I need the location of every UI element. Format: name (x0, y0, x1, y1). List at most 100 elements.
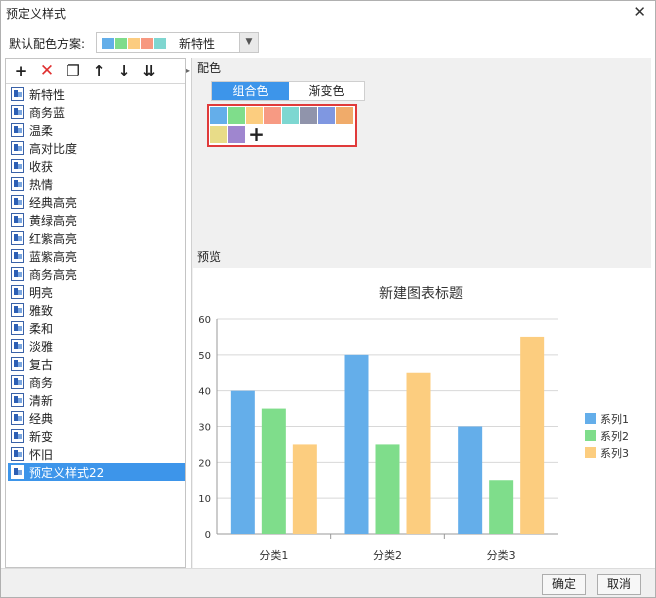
style-item-label: 热情 (29, 178, 54, 192)
delete-icon[interactable]: ✕ (37, 62, 57, 81)
x-category-label: 分类3 (487, 548, 516, 562)
chart-style-icon (11, 213, 24, 227)
legend-swatch (585, 447, 596, 458)
title-bar: 预定义样式 ✕ (0, 0, 656, 26)
ok-button[interactable]: 确定 (542, 574, 586, 595)
close-icon[interactable]: ✕ (633, 3, 646, 21)
style-list-item[interactable]: 预定义样式22 (8, 463, 185, 481)
style-item-label: 新特性 (29, 88, 66, 102)
y-tick-label: 30 (198, 423, 211, 434)
scheme-swatch (128, 38, 140, 49)
style-list-item[interactable]: 柔和 (8, 319, 185, 337)
palette-color-swatch[interactable] (300, 107, 317, 124)
style-item-label: 明亮 (29, 286, 54, 300)
y-tick-label: 50 (198, 351, 211, 362)
scheme-swatch (154, 38, 166, 49)
chart-style-icon (11, 375, 24, 389)
chart-style-icon (11, 267, 24, 281)
style-list-item[interactable]: 新特性 (8, 85, 185, 103)
chart-title: 新建图表标题 (379, 286, 463, 302)
style-item-label: 怀旧 (29, 448, 54, 462)
style-item-label: 新变 (29, 430, 54, 444)
palette-color-swatch[interactable] (246, 107, 263, 124)
style-list-item[interactable]: 雅致 (8, 301, 185, 319)
x-category-label: 分类2 (373, 548, 402, 562)
chart-style-icon (11, 159, 24, 173)
style-list: 新特性 商务蓝温柔 高对比度 收获热情经典高亮黄绿高亮 红紫高亮 蓝紫高亮 商务高亮明亮雅致… (8, 85, 185, 481)
style-list-item[interactable]: 收获 (8, 157, 185, 175)
legend-label: 系列1 (600, 412, 629, 426)
chart-style-icon (11, 411, 24, 425)
style-item-label: 黄绿高亮 (29, 214, 78, 228)
add-icon[interactable]: + (11, 62, 31, 81)
style-list-item[interactable]: 蓝紫高亮 (8, 247, 185, 265)
copy-icon[interactable]: ❐ (63, 62, 83, 81)
chart-style-icon (11, 393, 24, 407)
move-up-icon[interactable]: ↑ (89, 62, 109, 81)
chart-style-icon (11, 105, 24, 119)
scheme-swatch (141, 38, 153, 49)
bar-2-2 (375, 444, 400, 534)
chart-style-icon (11, 321, 24, 335)
style-list-item[interactable]: 红紫高亮 (8, 229, 185, 247)
style-item-label: 预定义样式22 (29, 466, 105, 480)
palette-color-swatch[interactable] (210, 107, 227, 124)
style-list-item[interactable]: 温柔 (8, 121, 185, 139)
style-list-item[interactable]: 商务 (8, 373, 185, 391)
palette-color-swatch[interactable] (282, 107, 299, 124)
window-title: 预定义样式 (6, 7, 67, 21)
palette-color-swatch[interactable] (228, 126, 245, 143)
style-item-label: 柔和 (29, 322, 54, 336)
palette-color-swatch[interactable] (318, 107, 335, 124)
bar-3-2 (406, 372, 431, 534)
chart-style-icon (11, 249, 24, 263)
scheme-dropdown[interactable]: 新特性 ▼ (96, 32, 259, 53)
style-list-item[interactable]: 黄绿高亮 (8, 211, 185, 229)
style-item-label: 雅致 (29, 304, 54, 318)
move-bottom-icon[interactable]: ⇊ (139, 62, 159, 81)
chart-preview: 新建图表标题 0 10 20 30 40 50 60 分类1 分类2 分类3 系列1 系列2 系列3 (193, 268, 651, 568)
style-item-label: 温柔 (29, 124, 54, 138)
y-tick-label: 0 (205, 530, 211, 541)
cancel-button[interactable]: 取消 (597, 574, 641, 595)
style-list-item[interactable]: 复古 (8, 355, 185, 373)
bar-1-3 (458, 426, 483, 534)
palette-color-swatch[interactable] (336, 107, 353, 124)
style-list-item[interactable]: 商务蓝 (8, 103, 185, 121)
style-list-item[interactable]: 经典高亮 (8, 193, 185, 211)
bar-2-1 (261, 408, 286, 534)
style-item-label: 商务 (29, 376, 54, 390)
style-list-item[interactable]: 高对比度 (8, 139, 185, 157)
chart-style-icon (11, 177, 24, 191)
legend-swatch (585, 430, 596, 441)
tab-combination-color[interactable]: 组合色 (212, 82, 289, 100)
chart-style-icon (11, 303, 24, 317)
style-list-item[interactable]: 新变 (8, 427, 185, 445)
palette-color-swatch[interactable] (210, 126, 227, 143)
style-list-item[interactable]: 明亮 (8, 283, 185, 301)
bar-1-1 (230, 390, 255, 534)
color-section-label: 配色 (197, 61, 222, 75)
style-toolbar: + ✕ ❐ ↑ ↓ ⇊ (6, 59, 185, 84)
style-list-item[interactable]: 商务高亮 (8, 265, 185, 283)
style-item-label: 经典高亮 (29, 196, 78, 210)
style-list-item[interactable]: 怀旧 (8, 445, 185, 463)
style-list-item[interactable]: 淡雅 (8, 337, 185, 355)
bar-3-1 (292, 444, 317, 534)
chart-style-icon (11, 285, 24, 299)
collapse-handle-icon[interactable]: ▸ (186, 66, 190, 75)
palette-color-swatch[interactable] (264, 107, 281, 124)
chart-style-icon (11, 357, 24, 371)
style-list-item[interactable]: 热情 (8, 175, 185, 193)
bar-chart: 新建图表标题 0 10 20 30 40 50 60 分类1 分类2 分类3 系列1 系列2 系列3 (198, 286, 629, 562)
tab-gradient-color[interactable]: 渐变色 (289, 82, 364, 100)
preview-label: 预览 (197, 250, 222, 264)
legend-label: 系列2 (600, 429, 629, 443)
style-list-item[interactable]: 清新 (8, 391, 185, 409)
bar-2-3 (489, 480, 514, 534)
chevron-down-icon[interactable]: ▼ (239, 33, 258, 52)
style-list-item[interactable]: 经典 (8, 409, 185, 427)
move-down-icon[interactable]: ↓ (114, 62, 134, 81)
add-color-icon[interactable]: + (248, 124, 265, 144)
palette-color-swatch[interactable] (228, 107, 245, 124)
